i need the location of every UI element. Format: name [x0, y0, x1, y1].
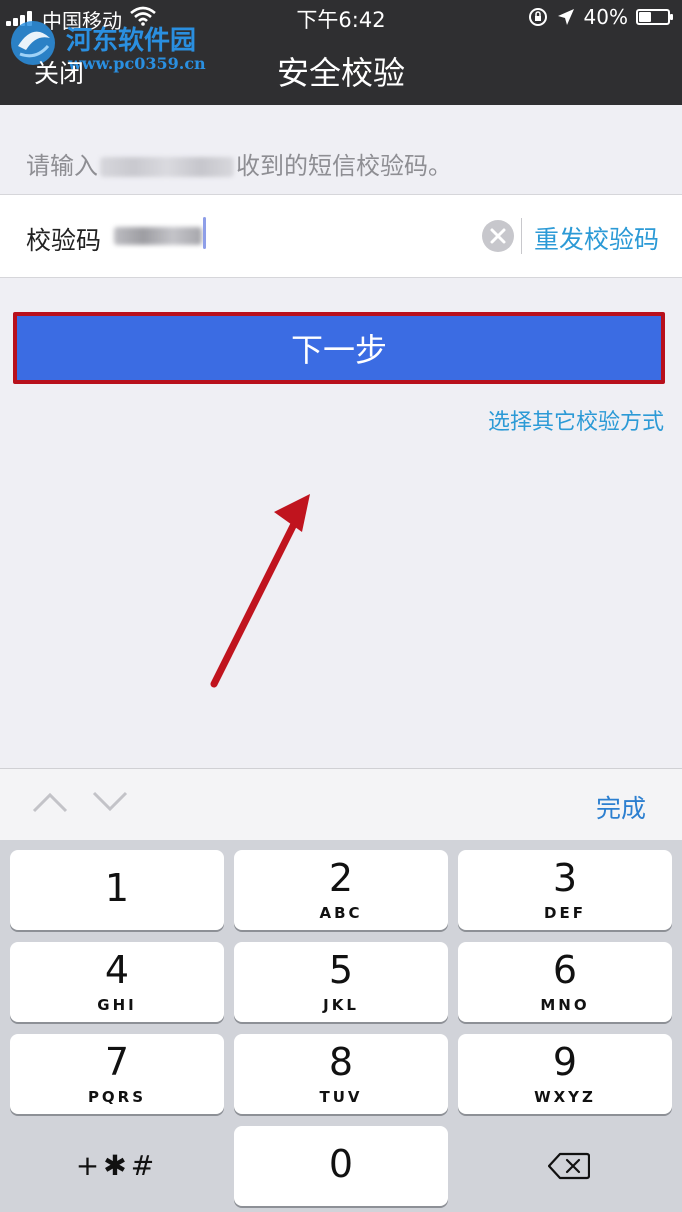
- key-number: 1: [104, 866, 130, 910]
- sms-hint: 请输入 收到的短信校验码。: [26, 146, 452, 181]
- key-7[interactable]: 7 PQRS: [10, 1034, 224, 1114]
- code-label: 校验码: [26, 226, 102, 255]
- symbols-key[interactable]: +✱#: [10, 1126, 224, 1206]
- key-number: 8: [328, 1040, 354, 1084]
- key-8[interactable]: 8 TUV: [234, 1034, 448, 1114]
- resend-code-button[interactable]: 重发校验码: [534, 220, 659, 256]
- battery-icon: [636, 9, 673, 25]
- key-letters: TUV: [319, 1088, 363, 1106]
- key-number: 5: [328, 948, 354, 992]
- key-letters: DEF: [544, 904, 586, 922]
- next-step-button[interactable]: 下一步: [13, 312, 665, 384]
- key-number: 0: [328, 1142, 354, 1186]
- page-title: 安全校验: [276, 54, 405, 92]
- key-letters: GHI: [97, 996, 137, 1014]
- code-input-value[interactable]: [114, 227, 202, 245]
- key-1[interactable]: 1: [10, 850, 224, 930]
- next-step-label: 下一步: [290, 331, 387, 369]
- key-letters: WXYZ: [534, 1088, 596, 1106]
- navigation-bar: 中国移动 下午6:42 40% 河东软件园 www.pc0359.cn 关闭 安…: [0, 0, 682, 105]
- annotation-arrow-icon: [210, 494, 310, 688]
- rotation-lock-icon: [528, 8, 547, 26]
- key-letters: PQRS: [87, 1088, 147, 1106]
- masked-phone-number: [100, 157, 234, 177]
- delete-key[interactable]: [458, 1126, 672, 1206]
- other-verification-method-link[interactable]: 选择其它校验方式: [488, 404, 664, 436]
- key-letters: JKL: [323, 996, 359, 1014]
- battery-percent: 40%: [583, 5, 628, 29]
- chevron-up-icon[interactable]: [32, 791, 68, 813]
- done-button[interactable]: 完成: [596, 789, 646, 825]
- key-letters: MNO: [540, 996, 590, 1014]
- key-0[interactable]: 0: [234, 1126, 448, 1206]
- key-number: 4: [104, 948, 130, 992]
- key-6[interactable]: 6 MNO: [458, 942, 672, 1022]
- hint-prefix: 请输入: [26, 152, 98, 180]
- key-letters: ABC: [319, 904, 363, 922]
- key-5[interactable]: 5 JKL: [234, 942, 448, 1022]
- location-icon: [557, 9, 574, 25]
- key-number: 3: [552, 856, 578, 900]
- numeric-keypad: 1 2 ABC 3 DEF 4 GHI 5 JKL 6 MNO 7 PQRS 8…: [0, 840, 682, 1212]
- key-9[interactable]: 9 WXYZ: [458, 1034, 672, 1114]
- status-right: 40%: [528, 4, 673, 30]
- keyboard-accessory-bar: 完成: [0, 768, 682, 840]
- key-2[interactable]: 2 ABC: [234, 850, 448, 930]
- key-number: 9: [552, 1040, 578, 1084]
- key-4[interactable]: 4 GHI: [10, 942, 224, 1022]
- key-number: 7: [104, 1040, 130, 1084]
- field-divider: [521, 218, 522, 254]
- clear-input-button[interactable]: [482, 220, 514, 252]
- key-3[interactable]: 3 DEF: [458, 850, 672, 930]
- key-number: 2: [328, 856, 354, 900]
- backspace-icon: [548, 1152, 590, 1180]
- symbols-label: +✱#: [75, 1149, 159, 1182]
- text-caret: [203, 217, 206, 249]
- chevron-down-icon[interactable]: [92, 791, 128, 813]
- key-number: 6: [552, 948, 578, 992]
- hint-suffix: 收到的短信校验码。: [236, 152, 452, 180]
- close-icon: [490, 228, 506, 244]
